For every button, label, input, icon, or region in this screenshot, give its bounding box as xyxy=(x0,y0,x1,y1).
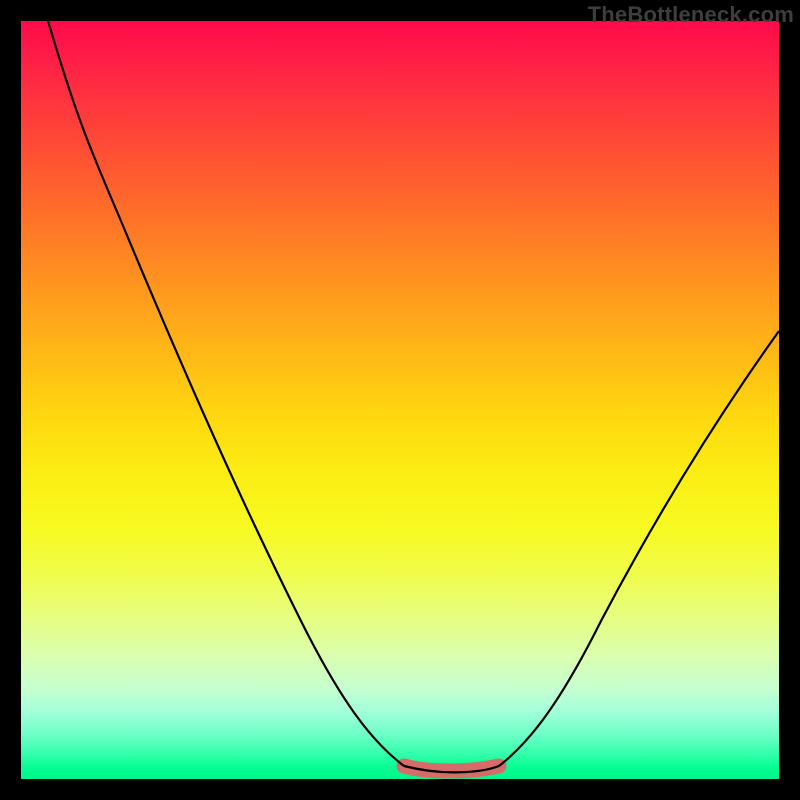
chart-frame: TheBottleneck.com xyxy=(0,0,800,800)
watermark-text: TheBottleneck.com xyxy=(588,2,794,28)
chart-svg xyxy=(21,21,779,779)
plot-area xyxy=(21,21,779,779)
bottleneck-curve-left xyxy=(48,21,404,766)
bottleneck-curve-right xyxy=(499,331,779,766)
